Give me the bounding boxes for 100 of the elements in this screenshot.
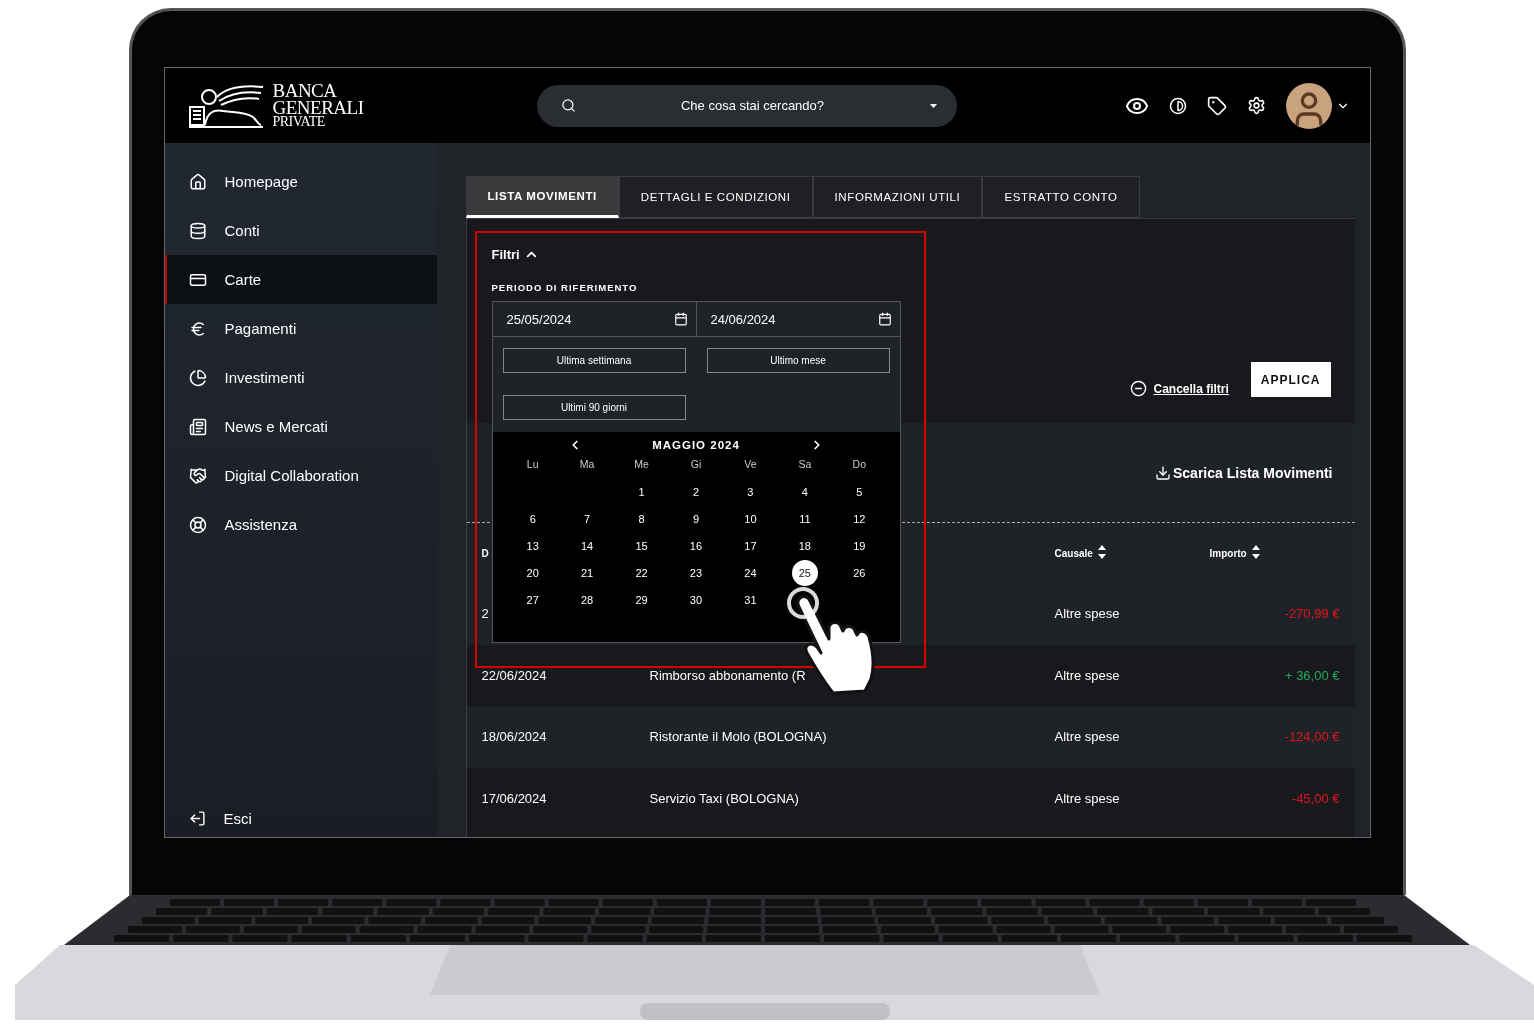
calendar-day[interactable]: 22 <box>628 560 655 586</box>
calendar-day[interactable]: 4 <box>791 479 818 505</box>
calendar-icon[interactable] <box>673 312 688 326</box>
calendar-day[interactable]: 15 <box>628 533 655 559</box>
table-cell-text: 18/06/2024 <box>481 729 548 745</box>
calendar-day[interactable]: 18 <box>791 533 818 559</box>
weekday-label: Ma <box>578 457 596 472</box>
weekday-label: Sa <box>797 457 813 472</box>
column-header: D <box>481 547 489 559</box>
calendar-day[interactable]: 25 <box>791 560 818 586</box>
newspaper-icon <box>188 417 207 436</box>
calendar-day[interactable]: 24 <box>737 560 764 586</box>
calendar-day[interactable]: 19 <box>846 533 873 559</box>
date-field[interactable]: 25/05/2024 <box>506 311 627 327</box>
calendar-day[interactable]: 17 <box>737 533 764 559</box>
sidebar-item[interactable]: Digital Collaboration <box>164 451 437 500</box>
table-cell-text: Altre spese <box>1054 606 1121 622</box>
calendar-day[interactable]: 9 <box>683 506 709 532</box>
table-cell-text: Rimborso abbonamento (R <box>649 667 807 683</box>
minus-circle-icon <box>1130 380 1148 397</box>
tab[interactable]: DETTAGLI E CONDIZIONI <box>618 176 813 218</box>
column-header: Importo <box>1209 547 1247 559</box>
calendar-day[interactable]: 1 <box>628 479 655 505</box>
table-cell-text: 22/06/2024 <box>481 667 548 683</box>
tab[interactable]: INFORMAZIONI UTILI <box>812 176 983 218</box>
calendar-icon[interactable] <box>877 312 892 326</box>
calendar-day[interactable]: 16 <box>683 533 709 559</box>
sidebar-item[interactable]: News e Mercati <box>164 402 437 451</box>
sidebar-item[interactable]: Homepage <box>164 157 437 206</box>
calendar-day[interactable]: 21 <box>574 560 601 586</box>
settings-icon[interactable] <box>1246 96 1266 115</box>
period-label: PERIODO DI RIFERIMENTO <box>491 282 639 293</box>
euro-icon <box>188 319 207 338</box>
calendar-day[interactable]: 5 <box>846 479 873 505</box>
tab[interactable]: ESTRATTO CONTO <box>982 176 1140 218</box>
calendar-day[interactable]: 11 <box>791 506 818 532</box>
winged-lion-logo-icon <box>186 82 265 129</box>
date-field[interactable]: 24/06/2024 <box>710 311 831 327</box>
amount-cell-text: + 36,00 € <box>1283 667 1340 683</box>
clear-filters-link[interactable]: Cancella filtri <box>1130 380 1229 397</box>
home-icon <box>188 172 207 191</box>
calendar-day[interactable]: 30 <box>683 587 709 613</box>
sidebar-item[interactable]: Conti <box>164 206 437 255</box>
table-cell-text: Altre spese <box>1054 790 1121 806</box>
calendar-day[interactable]: 6 <box>519 506 546 532</box>
amount-cell-text: -270,99 € <box>1283 606 1340 622</box>
calendar-day[interactable]: 8 <box>628 506 655 532</box>
tab[interactable]: LISTA MOVIMENTI <box>465 176 619 218</box>
logo-text: BANCA <box>272 82 337 100</box>
search-field[interactable]: Che cosa stai cercando? <box>587 97 918 114</box>
lifebuoy-icon <box>188 515 207 534</box>
sidebar-item[interactable]: Assistenza <box>164 500 437 549</box>
calendar-day[interactable]: 12 <box>846 506 873 532</box>
table-cell-text: 17/06/2024 <box>481 790 548 806</box>
calendar-day[interactable]: 26 <box>846 560 873 586</box>
calendar-day[interactable]: 27 <box>519 587 546 613</box>
sidebar-item[interactable]: Investimenti <box>164 353 437 402</box>
database-icon <box>188 221 207 240</box>
calendar-month: MAGGIO 2024 <box>652 439 740 451</box>
search-bar[interactable]: Che cosa stai cercando? <box>536 84 957 127</box>
column-header: Causale <box>1054 547 1093 559</box>
calendar-day[interactable]: 10 <box>737 506 764 532</box>
calendar-day[interactable]: 3 <box>737 479 764 505</box>
calendar-day[interactable]: 13 <box>519 533 546 559</box>
calendar-day[interactable]: 2 <box>683 479 709 505</box>
handshake-icon <box>188 466 207 485</box>
logo-text: PRIVATE <box>272 116 326 129</box>
table-cell-text: 2 <box>481 606 490 622</box>
calendar-day[interactable]: 14 <box>574 533 601 559</box>
preset-button[interactable]: Ultimi 90 giorni <box>502 395 686 420</box>
download-link[interactable]: Scarica Lista Movimenti <box>1155 464 1333 481</box>
avatar-menu-button[interactable] <box>1285 82 1350 129</box>
contrast-icon[interactable] <box>1168 96 1187 115</box>
logout-link[interactable]: Esci <box>164 803 437 833</box>
table-cell-text: Ristorante il Molo (BOLOGNA) <box>649 729 828 745</box>
logout-icon <box>188 809 206 827</box>
calendar-day[interactable]: 31 <box>737 587 764 613</box>
calendar-day[interactable]: 29 <box>628 587 655 613</box>
weekday-label: Ve <box>743 457 758 472</box>
caret-icon[interactable] <box>929 103 937 108</box>
sidebar-item[interactable]: Carte <box>164 255 437 304</box>
calendar-day[interactable]: 28 <box>574 587 601 613</box>
search-icon <box>560 98 576 113</box>
logo-text: GENERALI <box>272 99 364 117</box>
weekday-label: Do <box>851 457 867 472</box>
preset-button[interactable]: Ultimo mese <box>706 348 890 373</box>
weekday-label: Me <box>633 457 650 472</box>
tag-icon[interactable] <box>1206 95 1227 116</box>
apply-button[interactable]: APPLICA <box>1250 362 1331 397</box>
calendar-day[interactable]: 20 <box>519 560 546 586</box>
filters-toggle[interactable]: Filtri <box>491 247 539 262</box>
sidebar-item[interactable]: Pagamenti <box>164 304 437 353</box>
amount-cell-text: -124,00 € <box>1283 729 1340 745</box>
download-icon <box>1155 464 1171 481</box>
preset-button[interactable]: Ultima settimana <box>502 348 686 373</box>
table-cell-text: Servizio Taxi (BOLOGNA) <box>649 790 800 806</box>
calendar-day[interactable]: 7 <box>574 506 601 532</box>
weekday-label: Gi <box>689 457 703 472</box>
pie-chart-icon <box>188 368 207 387</box>
calendar-day[interactable]: 23 <box>683 560 709 586</box>
